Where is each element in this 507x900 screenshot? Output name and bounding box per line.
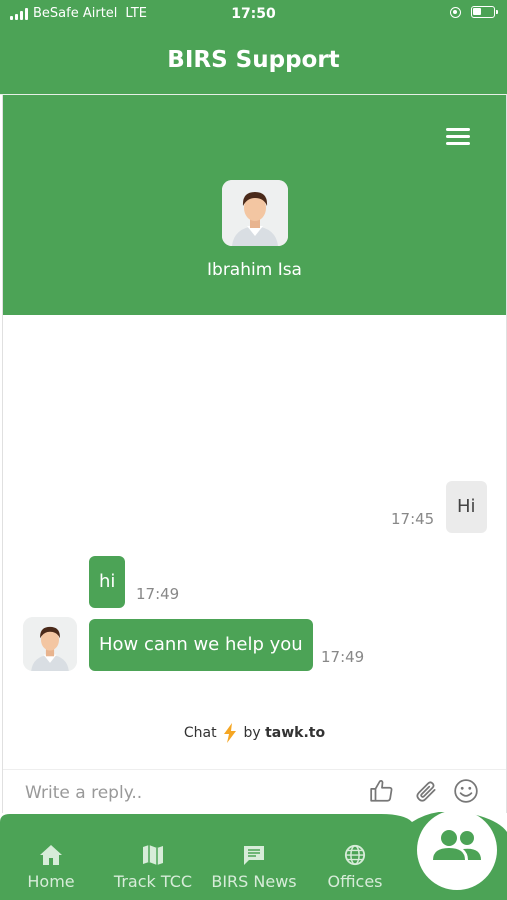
branding-by: by (243, 725, 261, 741)
agent-name: Ibrahim Isa (207, 260, 302, 280)
person-avatar-icon (222, 180, 288, 246)
agent-message-bubble: hi (89, 556, 126, 608)
agent-avatar (222, 180, 288, 246)
home-icon (40, 845, 62, 865)
agent-header: Ibrahim Isa (3, 95, 506, 315)
tab-label: BIRS News (211, 872, 297, 891)
battery-icon (471, 6, 498, 18)
tab-label: Track TCC (113, 872, 193, 891)
tab-label: Home (27, 872, 75, 891)
reply-input[interactable] (23, 776, 347, 810)
chat-widget: Ibrahim Isa 17:45 Hi hi 17:49 How cann w… (2, 95, 507, 813)
lightning-bolt-icon (224, 723, 237, 743)
visitor-message-bubble: Hi (446, 481, 487, 533)
message-composer (3, 769, 506, 814)
tab-home[interactable]: Home (6, 844, 96, 891)
map-icon (143, 845, 163, 865)
orientation-lock-icon (450, 6, 461, 18)
chat-icon (244, 846, 264, 865)
message-time: 17:45 (391, 510, 435, 528)
message-time: 17:49 (321, 648, 365, 666)
branding-prefix: Chat (183, 725, 217, 741)
thumbs-up-icon[interactable] (369, 778, 395, 804)
agent-small-avatar (23, 617, 77, 671)
person-avatar-icon (23, 617, 77, 671)
tawk-branding[interactable]: Chat by tawk.to (3, 723, 506, 743)
status-bar: BeSafe Airtel LTE 17:50 (0, 0, 507, 28)
chat-fab-button[interactable] (417, 810, 497, 890)
message-time: 17:49 (136, 585, 180, 603)
globe-icon (344, 844, 366, 866)
people-icon (433, 830, 481, 860)
status-time: 17:50 (231, 6, 276, 22)
tab-label: Offices (327, 872, 383, 891)
status-right (450, 6, 498, 18)
agent-message-bubble: How cann we help you (89, 619, 313, 671)
tab-track-tcc[interactable]: Track TCC (108, 844, 198, 891)
page-title: BIRS Support (0, 28, 507, 95)
emoji-icon[interactable] (453, 778, 479, 804)
hamburger-menu-icon[interactable] (446, 128, 470, 146)
tab-offices[interactable]: Offices (310, 844, 400, 891)
tab-birs-news[interactable]: BIRS News (209, 844, 299, 891)
paperclip-icon[interactable] (413, 778, 439, 804)
branding-brand: tawk.to (265, 725, 326, 741)
